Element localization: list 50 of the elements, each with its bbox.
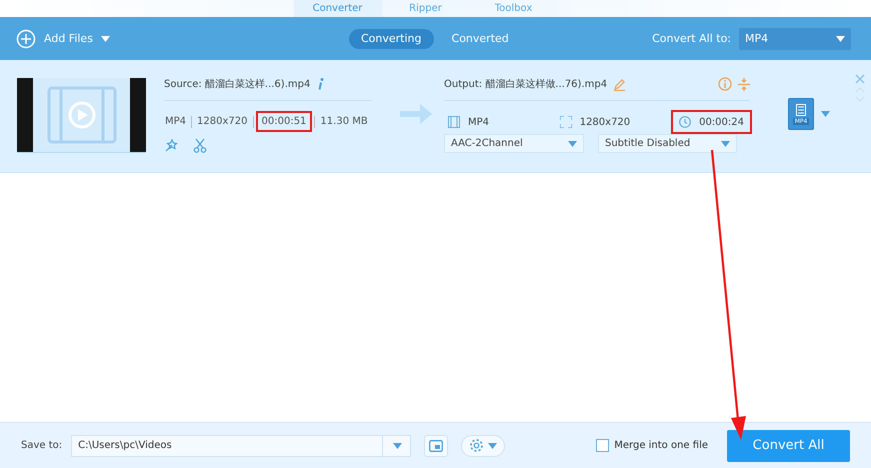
top-tab[interactable]: Converter [294,0,382,17]
caret-icon [100,36,110,42]
film-play-icon [46,86,116,144]
film-icon [448,116,460,128]
audio-track-dropdown[interactable]: AAC-2Channel [444,134,584,153]
save-path-field[interactable]: C:\Users\pc\Videos [71,434,412,456]
magic-wand-icon [164,138,179,153]
view-tab[interactable]: Converting [349,28,434,48]
source-meta: MP4 [164,115,188,129]
source-filename: Source: 醋溜白菜这样...6).mp4 [164,78,310,91]
subtitle-dropdown[interactable]: Subtitle Disabled [598,134,737,153]
save-to-label: Save to: [21,440,62,451]
output-meta: 1280x720 [556,114,676,130]
merge-checkbox[interactable]: Merge into one file [596,439,708,452]
source-meta: 11.30 MB [319,115,369,129]
plus-circle-icon [16,28,36,48]
scissors-icon [193,138,207,153]
caret-icon [836,36,845,42]
output-filename: Output: 醋溜白菜这样做...76).mp4 [444,78,608,91]
expand-icon [560,116,572,128]
caret-icon [821,111,830,117]
caret-icon [488,442,498,448]
caret-icon [393,442,402,448]
open-folder-button[interactable] [424,434,448,456]
folder-icon [429,440,444,452]
output-meta: 00:00:24 [673,112,750,132]
convert-all-label: Convert All to: [652,32,731,45]
caret-icon [721,140,730,146]
up-chevron-icon [855,87,865,93]
right-arrow-icon [400,104,432,124]
close-icon [855,74,865,84]
format-dropdown[interactable]: MP4 [739,28,851,50]
clock-icon [679,116,692,128]
settings-icon [469,438,484,453]
source-meta: 1280x720 [196,115,248,129]
document-icon [796,104,806,116]
convert-all-button[interactable]: Convert All [727,430,850,462]
source-meta: 00:00:51 [258,113,310,130]
view-tab[interactable]: Converted [440,28,521,48]
caret-icon [568,140,577,146]
compress-icon [738,78,750,90]
pencil-icon [613,78,626,90]
down-chevron-icon [855,96,865,102]
output-meta: MP4 [444,114,550,130]
settings-button[interactable] [461,434,506,456]
info-icon [718,77,732,91]
top-tab[interactable]: Toolbox [470,0,558,17]
top-tab[interactable]: Ripper [382,0,470,17]
add-files-button[interactable]: Add Files [16,28,110,48]
info-icon [318,78,324,90]
